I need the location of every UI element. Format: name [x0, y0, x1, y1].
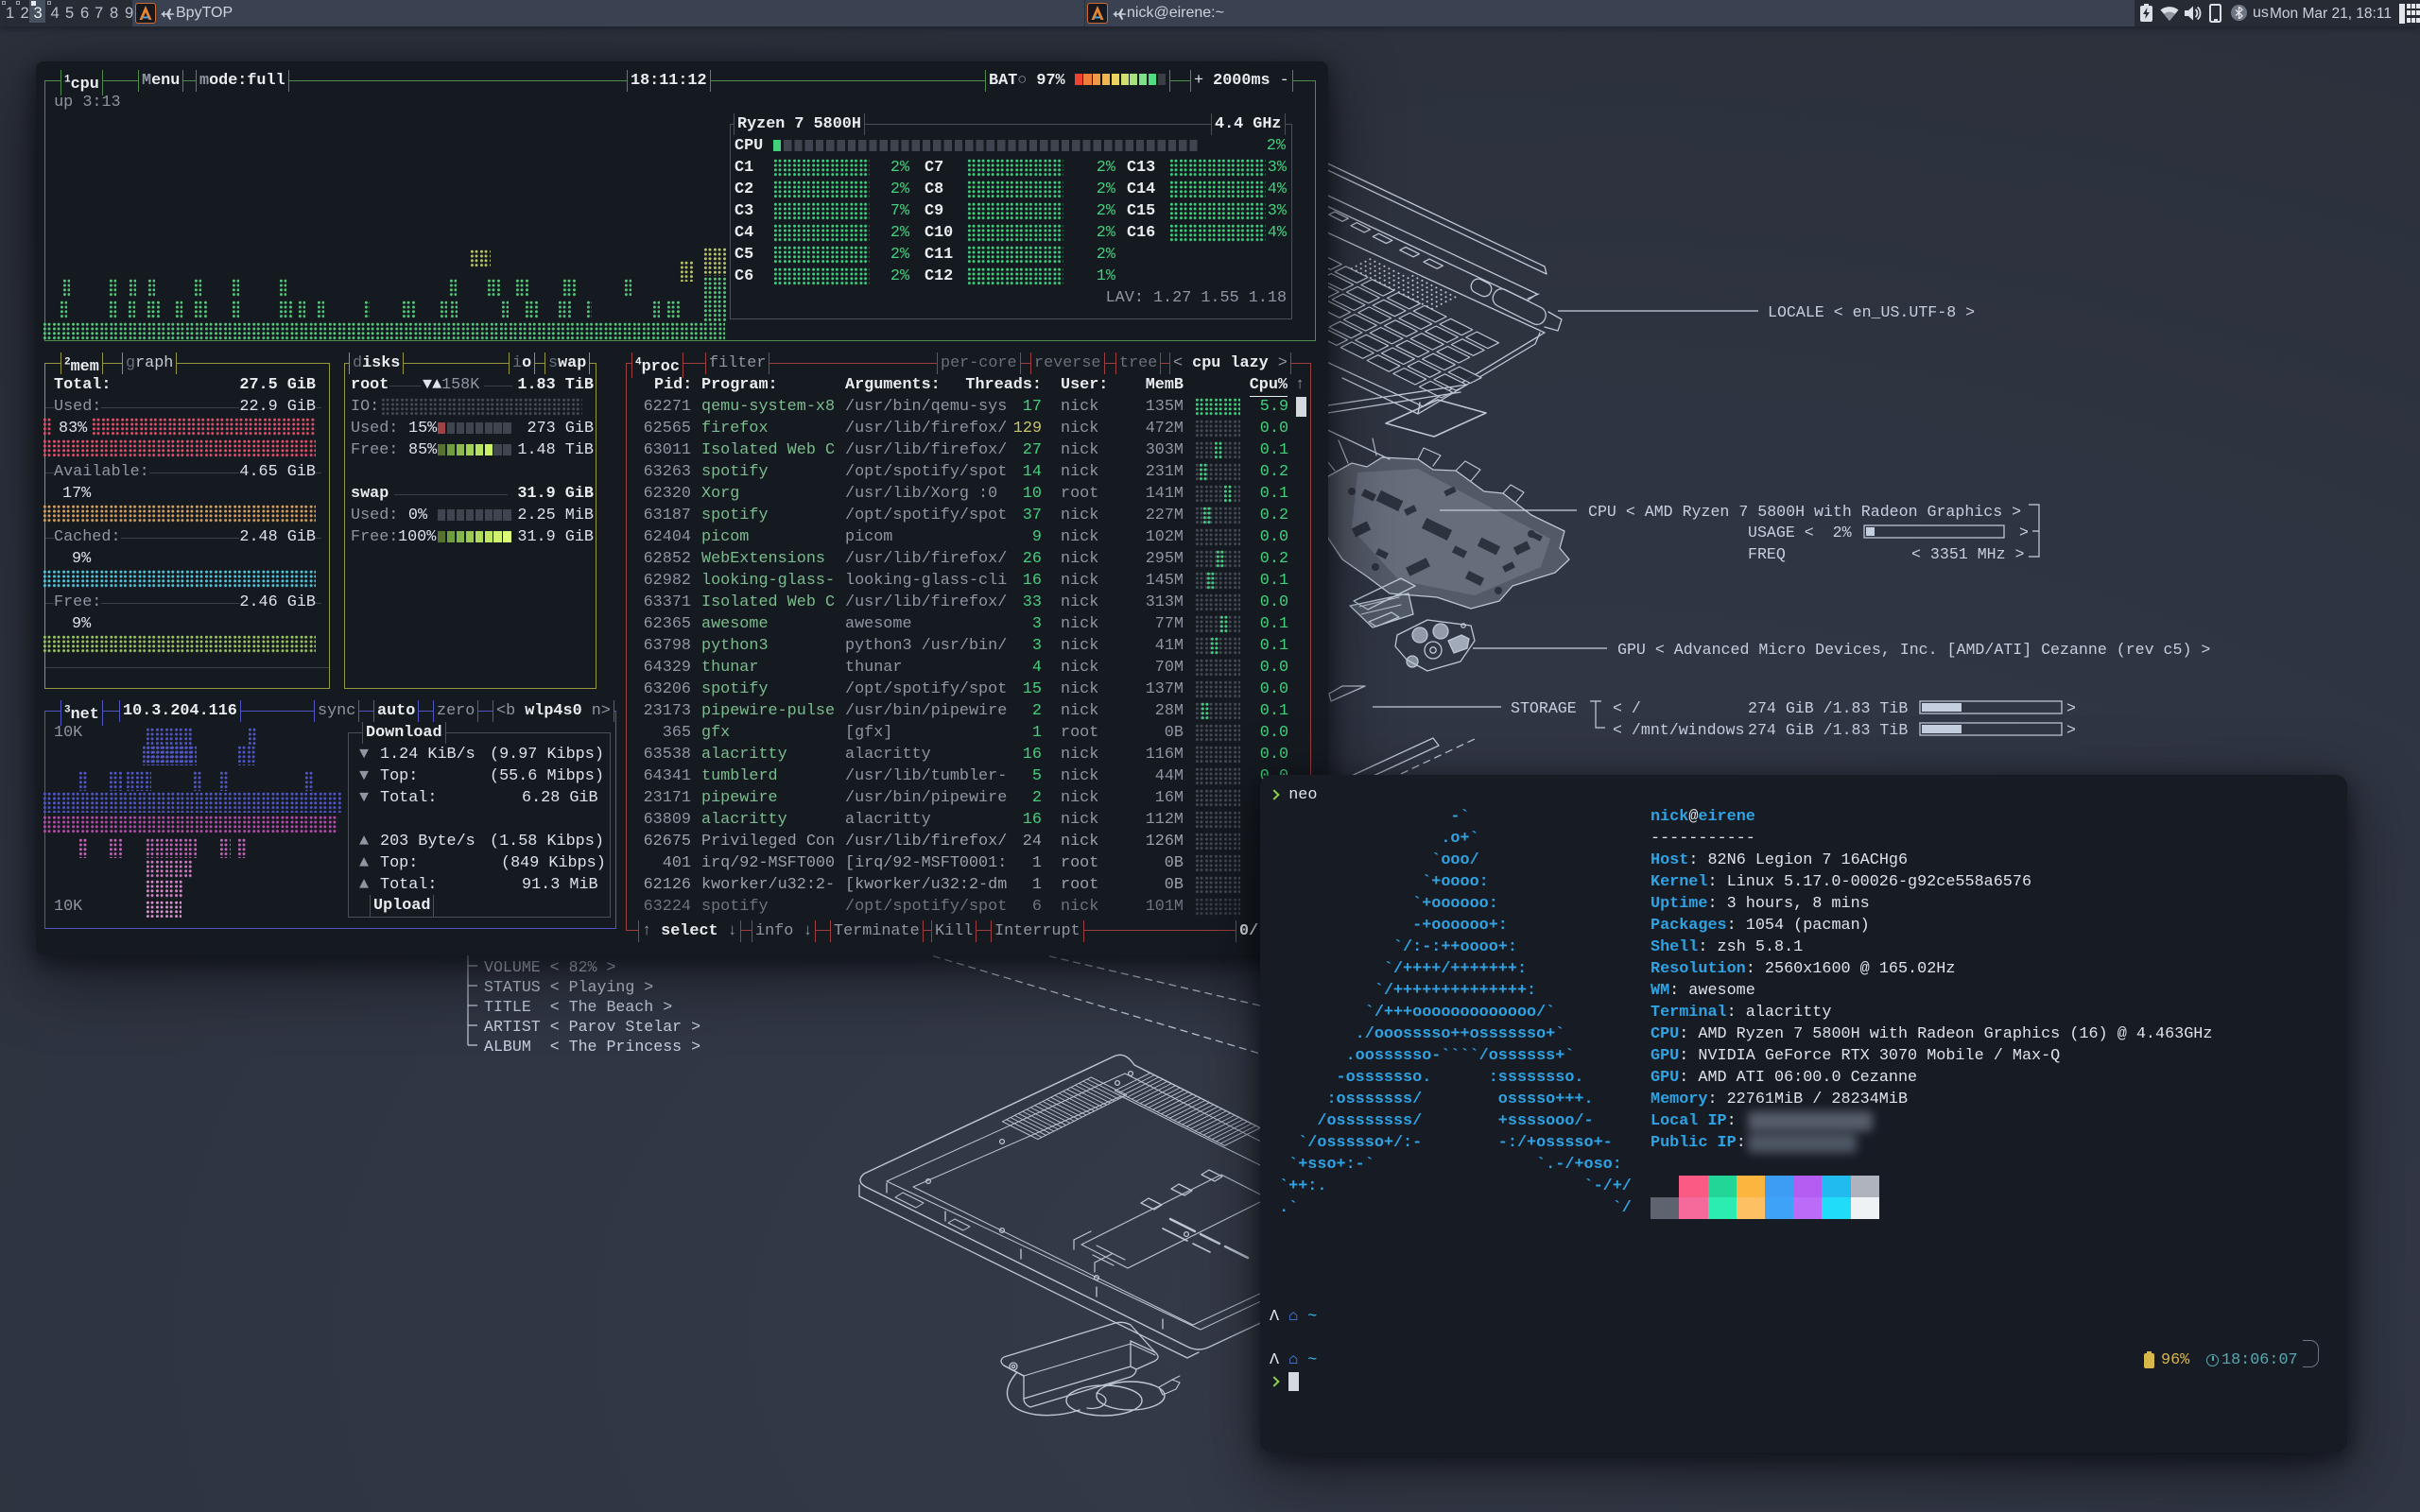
svg-text:VOLUME < 82% >: VOLUME < 82% > — [484, 958, 615, 976]
svg-text:>: > — [2066, 699, 2076, 717]
svg-text:< 3351 MHz >: < 3351 MHz > — [1911, 545, 2025, 563]
svg-text:< /mnt/windows: < /mnt/windows — [1613, 721, 1744, 739]
svg-text:STORAGE: STORAGE — [1511, 699, 1577, 717]
svg-text:>: > — [2019, 524, 2029, 541]
svg-text:GPU < Advanced Micro Devices,: GPU < Advanced Micro Devices, Inc. [AMD/… — [1617, 641, 2210, 659]
svg-text:LOCALE < en_US.UTF-8 >: LOCALE < en_US.UTF-8 > — [1768, 303, 1975, 321]
svg-text:ARTIST < Parov Stelar >: ARTIST < Parov Stelar > — [484, 1018, 700, 1036]
svg-text:274 GiB /1.83 TiB: 274 GiB /1.83 TiB — [1748, 721, 1908, 739]
svg-text:>: > — [2066, 721, 2076, 739]
svg-text:ALBUM < The Princess >: ALBUM < The Princess > — [484, 1038, 700, 1056]
svg-text:CPU < AMD Ryzen 7 5800H with R: CPU < AMD Ryzen 7 5800H with Radeon Grap… — [1588, 503, 2021, 521]
svg-text:274 GiB /1.83 TiB: 274 GiB /1.83 TiB — [1748, 699, 1908, 717]
svg-text:FREQ: FREQ — [1748, 545, 1786, 563]
svg-text:STATUS < Playing >: STATUS < Playing > — [484, 978, 653, 996]
svg-text:USAGE < 2%: USAGE < 2% — [1748, 524, 1852, 541]
svg-text:< /: < / — [1613, 699, 1641, 717]
svg-text:TITLE < The Beach >: TITLE < The Beach > — [484, 998, 672, 1016]
